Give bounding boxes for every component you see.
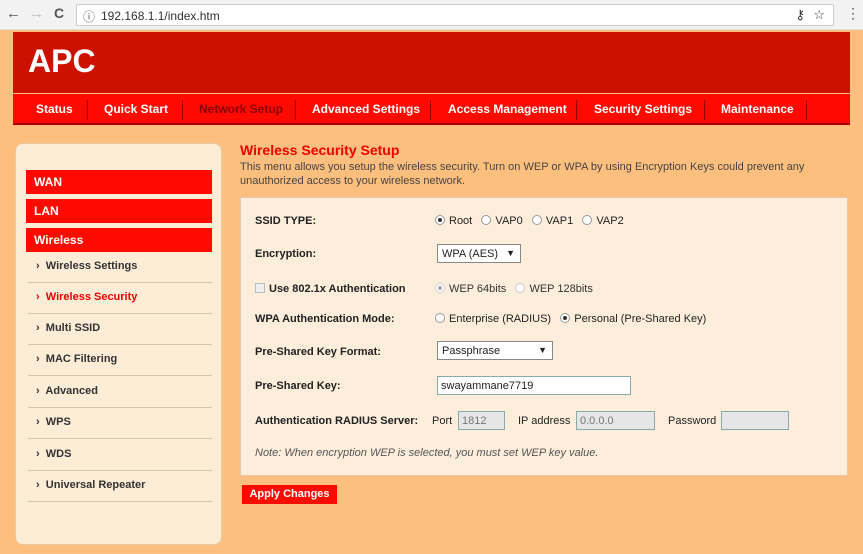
ip-address-input[interactable]: 0.0.0.0 bbox=[576, 411, 655, 430]
dropdown-arrow-icon: ▼ bbox=[506, 248, 515, 258]
psk-format-select[interactable]: Passphrase ▼ bbox=[437, 341, 553, 360]
sidebar-item-wps[interactable]: › WPS bbox=[28, 408, 212, 439]
sidebar-section-wireless[interactable]: Wireless bbox=[26, 228, 212, 252]
sidebar-item-universal-repeater[interactable]: › Universal Repeater bbox=[28, 471, 212, 502]
radio-root[interactable]: Root bbox=[435, 215, 472, 227]
sidebar-item-label: Universal Repeater bbox=[45, 479, 146, 491]
sidebar-item-label: WPS bbox=[45, 416, 71, 428]
sidebar-item-wireless-settings[interactable]: › Wireless Settings bbox=[28, 252, 212, 283]
psk-format-label: Pre-Shared Key Format: bbox=[255, 346, 381, 358]
radio-wep-64[interactable]: WEP 64bits bbox=[435, 283, 506, 295]
key-icon[interactable]: ⚷ bbox=[795, 7, 805, 23]
back-icon[interactable]: ← bbox=[6, 5, 21, 22]
page-title: Wireless Security Setup bbox=[240, 142, 400, 158]
nav-quick-start[interactable]: Quick Start bbox=[104, 102, 168, 116]
nav-advanced-settings[interactable]: Advanced Settings bbox=[312, 102, 420, 116]
ssid-type-label: SSID TYPE: bbox=[255, 215, 317, 227]
nav-access-management[interactable]: Access Management bbox=[448, 102, 567, 116]
port-input[interactable]: 1812 bbox=[458, 411, 505, 430]
menu-icon[interactable]: ⋮ bbox=[846, 5, 860, 22]
sidebar-section-lan[interactable]: LAN bbox=[26, 199, 212, 223]
star-icon[interactable]: ☆ bbox=[813, 7, 825, 23]
sidebar-item-wds[interactable]: › WDS bbox=[28, 440, 212, 471]
nav-network-setup[interactable]: Network Setup bbox=[199, 102, 283, 116]
radio-vap0[interactable]: VAP0 bbox=[481, 215, 523, 227]
encryption-select[interactable]: WPA (AES) ▼ bbox=[437, 244, 521, 263]
logo: APC bbox=[28, 43, 96, 79]
address-bar[interactable]: ⓘ 192.168.1.1/index.htm ⚷ ☆ bbox=[76, 4, 834, 26]
forward-icon[interactable]: → bbox=[29, 5, 44, 22]
password-input[interactable] bbox=[721, 411, 789, 430]
settings-panel: SSID TYPE: Root VAP0 VAP1 VAP2 Encryptio… bbox=[240, 197, 848, 476]
dropdown-arrow-icon: ▼ bbox=[538, 345, 547, 355]
page-description: This menu allows you setup the wireless … bbox=[240, 161, 805, 187]
wpa-mode-label: WPA Authentication Mode: bbox=[255, 313, 395, 325]
psk-label: Pre-Shared Key: bbox=[255, 380, 341, 392]
password-label: Password bbox=[668, 415, 717, 427]
info-icon[interactable]: ⓘ bbox=[83, 8, 95, 25]
radio-vap1[interactable]: VAP1 bbox=[531, 215, 573, 227]
sidebar-item-label: WDS bbox=[45, 448, 72, 460]
sidebar-item-label: MAC Filtering bbox=[45, 353, 118, 365]
sidebar-item-label: Wireless Settings bbox=[45, 260, 138, 272]
wep-bits-radios: WEP 64bits WEP 128bits bbox=[435, 283, 593, 295]
port-label: Port bbox=[432, 415, 453, 427]
sidebar: WAN LAN Wireless › Wireless Settings › W… bbox=[15, 143, 222, 545]
radio-personal[interactable]: Personal (Pre-Shared Key) bbox=[560, 313, 706, 325]
nav-status[interactable]: Status bbox=[36, 102, 73, 116]
radio-wep-128[interactable]: WEP 128bits bbox=[515, 283, 593, 295]
use-8021x-checkbox[interactable]: Use 802.1x Authentication bbox=[255, 283, 406, 295]
sidebar-item-label: Multi SSID bbox=[45, 322, 101, 334]
ssid-type-radios: Root VAP0 VAP1 VAP2 bbox=[435, 215, 624, 227]
encryption-label: Encryption: bbox=[255, 248, 317, 260]
radio-vap2[interactable]: VAP2 bbox=[582, 215, 624, 227]
wpa-mode-radios: Enterprise (RADIUS) Personal (Pre-Shared… bbox=[435, 313, 706, 325]
radius-label: Authentication RADIUS Server: bbox=[255, 415, 419, 427]
apply-changes-button[interactable]: Apply Changes bbox=[242, 485, 337, 504]
sidebar-item-multi-ssid[interactable]: › Multi SSID bbox=[28, 314, 212, 345]
sidebar-item-wireless-security[interactable]: › Wireless Security bbox=[28, 283, 212, 314]
sidebar-section-wan[interactable]: WAN bbox=[26, 170, 212, 194]
url-text: 192.168.1.1/index.htm bbox=[101, 9, 220, 23]
nav-maintenance[interactable]: Maintenance bbox=[721, 102, 794, 116]
sidebar-item-mac-filtering[interactable]: › MAC Filtering bbox=[28, 345, 212, 376]
reload-icon[interactable]: C bbox=[54, 5, 64, 21]
radio-enterprise[interactable]: Enterprise (RADIUS) bbox=[435, 313, 551, 325]
sidebar-item-label: Advanced bbox=[45, 385, 98, 397]
main-nav: Status Quick Start Network Setup Advance… bbox=[13, 94, 850, 125]
psk-input[interactable]: swayammane7719 bbox=[437, 376, 631, 395]
sidebar-item-label: Wireless Security bbox=[45, 291, 138, 303]
ip-address-label: IP address bbox=[518, 415, 571, 427]
nav-security-settings[interactable]: Security Settings bbox=[594, 102, 692, 116]
browser-toolbar: ← → C ⓘ 192.168.1.1/index.htm ⚷ ☆ ⋮ bbox=[0, 0, 863, 30]
wep-note: Note: When encryption WEP is selected, y… bbox=[255, 447, 599, 459]
sidebar-item-advanced[interactable]: › Advanced bbox=[28, 377, 212, 408]
header-banner: APC bbox=[13, 32, 850, 93]
